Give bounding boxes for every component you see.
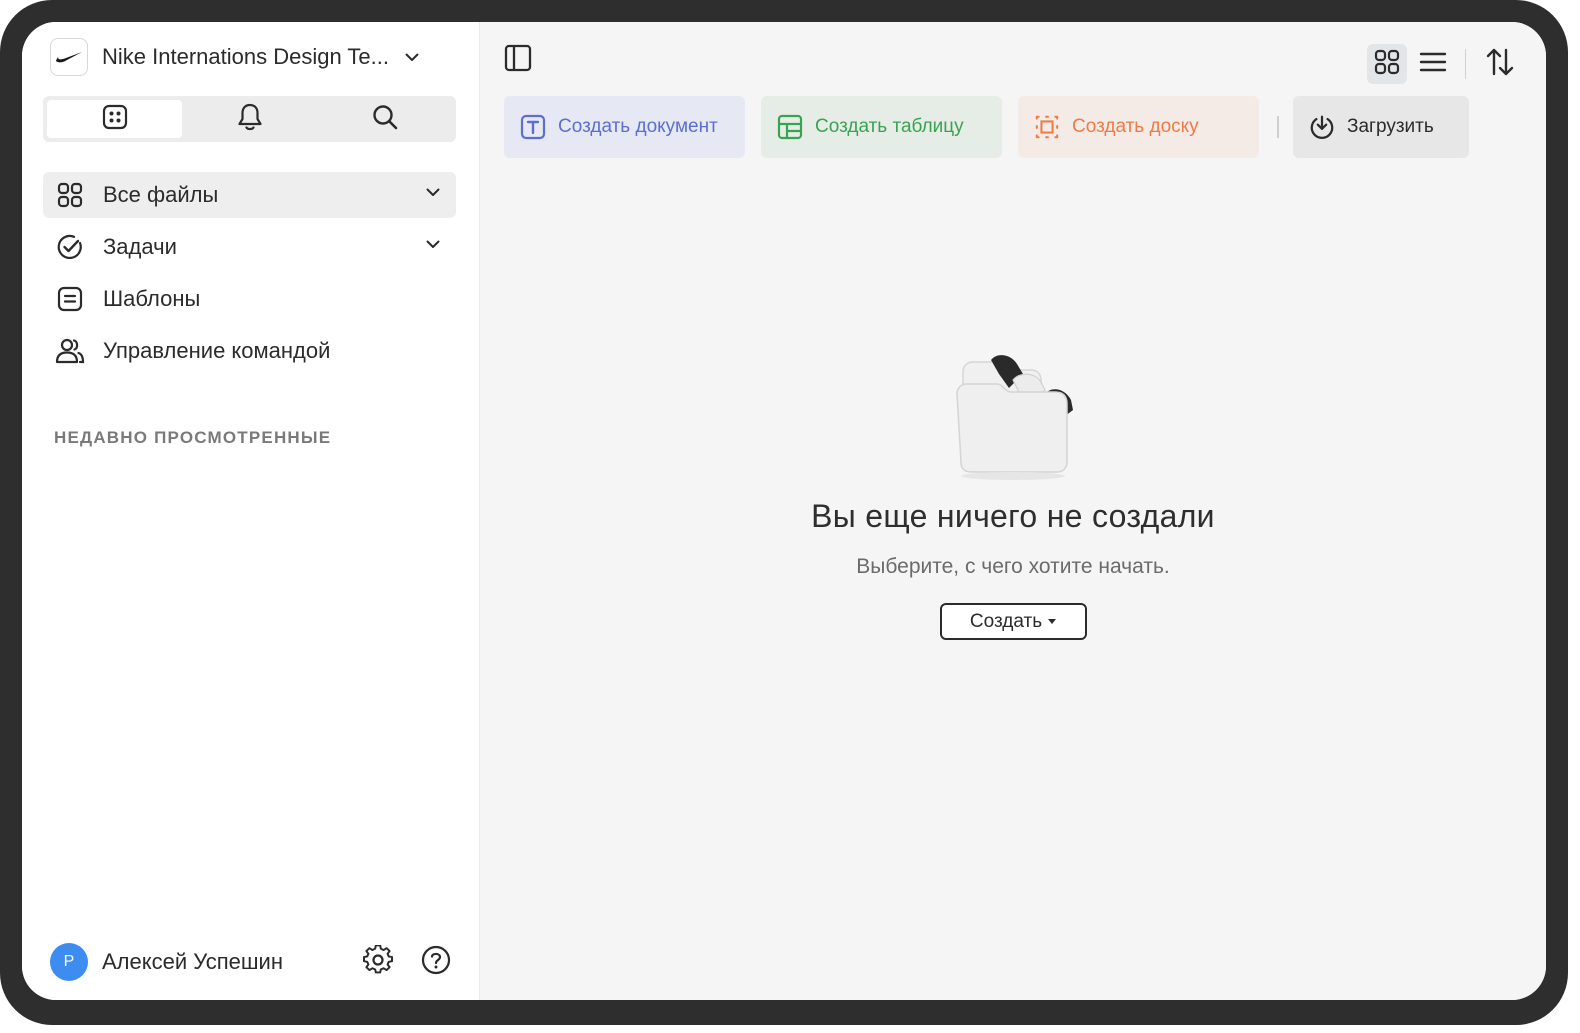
table-icon — [777, 114, 803, 140]
caret-down-icon — [1048, 619, 1057, 624]
sidebar: Nike Internations Design Te... Все файлы… — [22, 22, 480, 1000]
nike-logo-icon — [50, 38, 88, 76]
team-icon — [55, 336, 85, 366]
recent-section-title: НЕДАВНО ПРОСМОТРЕННЫЕ — [54, 428, 332, 447]
action-label: Загрузить — [1347, 116, 1434, 137]
board-icon — [1034, 114, 1060, 140]
help-icon[interactable] — [421, 945, 451, 980]
action-label: Создать таблицу — [815, 116, 964, 137]
gear-icon[interactable] — [363, 943, 393, 980]
empty-state: Вы еще ничего не создали Выберите, с чег… — [480, 352, 1546, 640]
upload-button[interactable]: Загрузить — [1293, 96, 1469, 158]
list-view-button[interactable] — [1413, 44, 1453, 84]
sidebar-mode-switch — [43, 96, 456, 142]
sidebar-toggle-icon[interactable] — [504, 44, 532, 77]
apps-icon — [102, 104, 128, 135]
check-circle-icon — [55, 232, 85, 262]
sidebar-item-label: Все файлы — [103, 182, 219, 207]
user-footer: Р Алексей Успешин — [50, 942, 451, 982]
chevron-down-icon — [405, 53, 419, 62]
grid-icon — [55, 180, 85, 210]
sidebar-item-all-files[interactable]: Все файлы — [43, 172, 456, 218]
sidebar-nav: Все файлы Задачи Шаблоны Управление кома… — [43, 172, 456, 380]
tab-notifications[interactable] — [182, 100, 317, 138]
toolbar-divider — [1465, 49, 1466, 79]
bell-icon — [236, 102, 264, 137]
user-name[interactable]: Алексей Успешин — [102, 949, 283, 975]
avatar[interactable]: Р — [50, 943, 88, 981]
sidebar-item-team-management[interactable]: Управление командой — [43, 328, 456, 374]
sidebar-item-tasks[interactable]: Задачи — [43, 224, 456, 270]
tab-search[interactable] — [317, 100, 452, 138]
team-name: Nike Internations Design Te... — [102, 44, 389, 69]
create-document-button[interactable]: Создать документ — [504, 96, 745, 158]
create-dropdown-button[interactable]: Создать — [939, 603, 1087, 640]
chevron-down-icon[interactable] — [426, 184, 440, 202]
sidebar-item-label: Задачи — [103, 234, 177, 259]
action-label: Создать документ — [558, 116, 718, 137]
empty-state-subtitle: Выберите, с чего хотите начать. — [856, 555, 1170, 578]
action-label: Создать доску — [1072, 116, 1199, 137]
actions-divider — [1277, 116, 1279, 138]
sidebar-item-label: Управление командой — [103, 338, 331, 363]
sort-button[interactable] — [1480, 44, 1520, 84]
upload-icon — [1309, 114, 1335, 140]
create-button-label: Создать — [969, 610, 1043, 632]
create-actions: Создать документ Создать таблицу Создать… — [504, 96, 1469, 158]
chevron-down-icon[interactable] — [426, 236, 440, 254]
sidebar-item-templates[interactable]: Шаблоны — [43, 276, 456, 322]
team-switcher[interactable]: Nike Internations Design Te... — [50, 38, 451, 76]
empty-state-title: Вы еще ничего не создали — [811, 498, 1215, 534]
grid-view-button[interactable] — [1367, 44, 1407, 84]
device-frame: Nike Internations Design Te... Все файлы… — [0, 0, 1568, 1025]
list-icon — [1419, 50, 1447, 79]
create-table-button[interactable]: Создать таблицу — [761, 96, 1002, 158]
tab-apps[interactable] — [47, 100, 182, 138]
sidebar-item-label: Шаблоны — [103, 286, 201, 311]
sort-arrows-icon — [1485, 47, 1515, 82]
view-controls — [1367, 44, 1520, 84]
template-icon — [55, 284, 85, 314]
create-board-button[interactable]: Создать доску — [1018, 96, 1259, 158]
app-window: Nike Internations Design Te... Все файлы… — [22, 22, 1546, 1000]
grid-icon — [1374, 49, 1400, 80]
main-content: Создать документ Создать таблицу Создать… — [480, 22, 1546, 1000]
empty-folder-illustration — [933, 352, 1093, 482]
document-icon — [520, 114, 546, 140]
search-icon — [371, 103, 399, 136]
